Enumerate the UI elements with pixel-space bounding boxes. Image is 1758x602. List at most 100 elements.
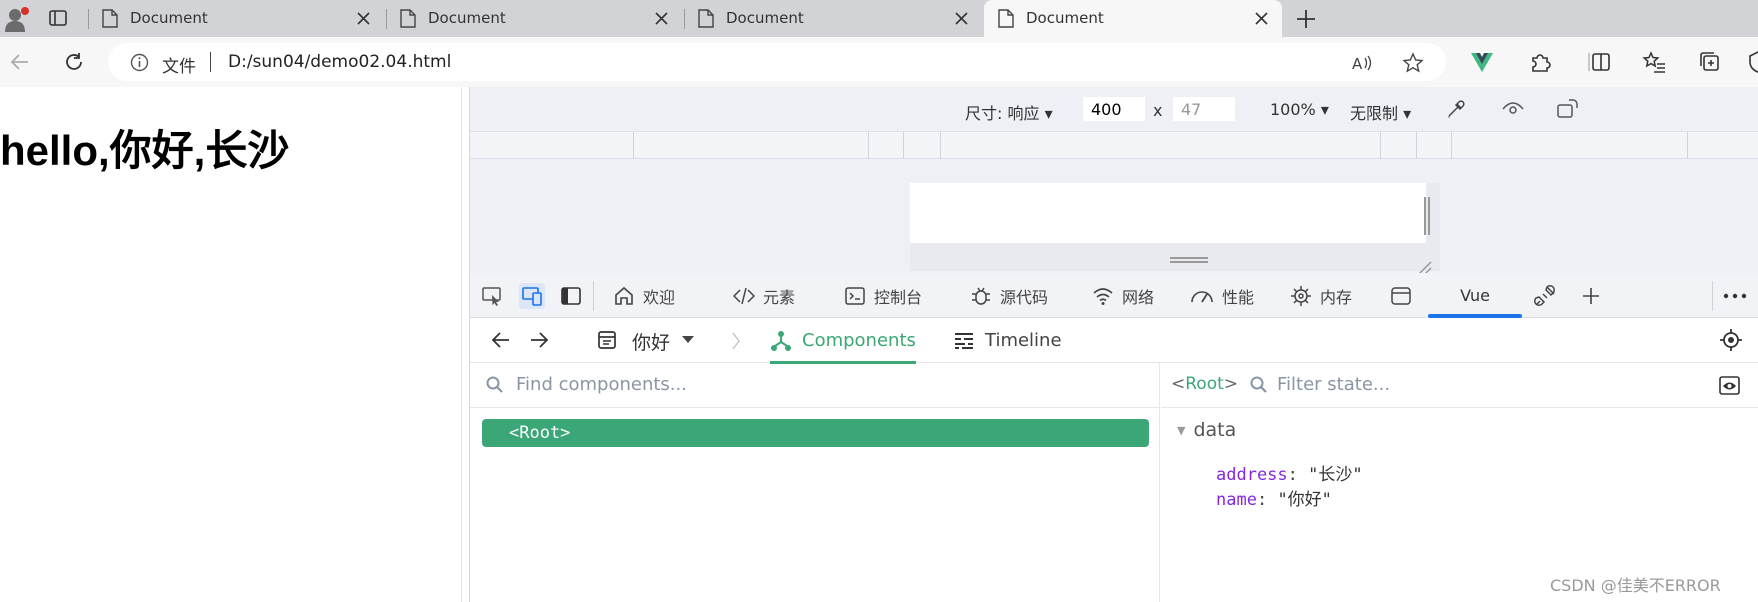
zoom-select[interactable]: 100% ▾: [1270, 100, 1329, 119]
tab-title: Document: [428, 9, 506, 27]
more-tools-plus-icon[interactable]: [1581, 286, 1601, 306]
read-aloud-icon[interactable]: A: [1350, 52, 1372, 74]
tab-actions-icon[interactable]: [48, 8, 68, 28]
ruler-tick: [633, 132, 634, 160]
tab-title: Document: [130, 9, 208, 27]
prop-key: name: [1216, 490, 1257, 510]
close-icon[interactable]: [655, 12, 668, 25]
tree-node-root[interactable]: <Root>: [482, 419, 1149, 447]
vue-tab-components[interactable]: Components: [770, 318, 916, 364]
close-icon[interactable]: [1255, 12, 1268, 25]
height-input[interactable]: [1173, 97, 1235, 121]
viewport-right-resize-handle[interactable]: [1424, 197, 1430, 235]
tab-label: 欢迎: [643, 287, 676, 307]
document-icon: [400, 9, 416, 28]
inspect-element-icon[interactable]: [481, 285, 503, 307]
document-icon: [698, 9, 714, 28]
browser-tab-active[interactable]: Document: [984, 0, 1282, 37]
app-window-icon: [598, 331, 616, 349]
tab-performance[interactable]: 性能: [1190, 273, 1254, 318]
timeline-icon: [955, 332, 973, 349]
media-query-ruler: [470, 131, 1758, 160]
device-toolbar: 尺寸: 响应 ▾ x 100% ▾ 无限制 ▾: [470, 87, 1758, 131]
filter-state-input[interactable]: Filter state...: [1277, 374, 1390, 395]
document-icon: [102, 9, 118, 28]
devtools-tab-bar: 欢迎 元素 控制台 源代码 网络 性能 内存 Vue: [470, 273, 1758, 318]
close-icon[interactable]: [357, 12, 370, 25]
browser-essentials-icon[interactable]: [1746, 50, 1758, 74]
vision-deficiency-eye-icon[interactable]: [1501, 100, 1525, 118]
prop-colon: :: [1256, 490, 1278, 510]
close-icon[interactable]: [955, 12, 968, 25]
tab-network[interactable]: 网络: [1092, 273, 1154, 318]
state-prop-name[interactable]: name: "你好": [1216, 485, 1332, 510]
scroll-to-component-eye-icon[interactable]: [1719, 375, 1740, 396]
zoom-value: 100%: [1270, 100, 1316, 119]
ruler-tick: [1451, 132, 1452, 160]
breadcrumb-chevron-icon: [732, 332, 740, 350]
home-icon: [615, 286, 633, 305]
browser-tab-2[interactable]: Document: [386, 0, 682, 37]
vue-devtools-extension-icon[interactable]: [1470, 50, 1494, 74]
vue-tab-timeline[interactable]: Timeline: [953, 318, 1062, 363]
tab-sources[interactable]: 源代码: [970, 273, 1048, 318]
tab-welcome[interactable]: 欢迎: [613, 273, 675, 318]
application-panel-icon[interactable]: [1390, 285, 1412, 307]
chip-icon: [1291, 285, 1311, 306]
find-components-search[interactable]: Find components...: [470, 363, 1159, 408]
eyedropper-icon[interactable]: [1445, 98, 1467, 120]
tab-label: Timeline: [985, 330, 1062, 351]
tab-label: 网络: [1122, 287, 1155, 307]
browser-tab-3[interactable]: Document: [684, 0, 982, 37]
state-inspector-pane: <Root> Filter state... ▼ data address: "长…: [1161, 363, 1758, 602]
split-screen-icon[interactable]: [1588, 50, 1612, 74]
rotate-device-icon[interactable]: [1555, 98, 1579, 120]
collections-icon[interactable]: [1698, 50, 1722, 74]
times-symbol: x: [1153, 101, 1163, 120]
viewport-bottom-resize-handle[interactable]: [1170, 257, 1208, 263]
state-prop-address[interactable]: address: "长沙": [1216, 460, 1363, 485]
tab-elements[interactable]: 元素: [733, 273, 795, 318]
address-bar[interactable]: 文件 D:/sun04/demo02.04.html A: [108, 43, 1446, 81]
tab-vue[interactable]: Vue: [1428, 273, 1522, 318]
back-arrow-icon[interactable]: [8, 50, 32, 74]
caret-down-icon: ▾: [1044, 104, 1053, 123]
forward-arrow-icon[interactable]: [528, 329, 550, 351]
back-arrow-icon[interactable]: [490, 329, 512, 351]
tab-console[interactable]: 控制台: [844, 273, 922, 318]
data-section-toggle[interactable]: ▼ data: [1177, 419, 1236, 441]
browser-tab-1[interactable]: Document: [88, 0, 384, 37]
dimensions-select[interactable]: 尺寸: 响应 ▾: [965, 100, 1053, 124]
gauge-icon: [1191, 290, 1213, 302]
tab-label: 性能: [1222, 287, 1255, 307]
refresh-icon[interactable]: [62, 50, 86, 74]
tab-memory[interactable]: 内存: [1290, 273, 1352, 318]
favorite-star-icon[interactable]: [1402, 52, 1424, 74]
width-input[interactable]: [1083, 97, 1145, 121]
url-text[interactable]: D:/sun04/demo02.04.html: [228, 52, 451, 72]
info-icon[interactable]: [130, 53, 149, 72]
prop-value: "长沙": [1308, 465, 1363, 485]
throttle-select[interactable]: 无限制 ▾: [1350, 100, 1411, 124]
prop-key: address: [1216, 465, 1288, 485]
ruler-tick: [1380, 132, 1381, 160]
extensions-puzzle-icon[interactable]: [1528, 50, 1552, 74]
code-icon: [733, 287, 755, 304]
favorites-list-icon[interactable]: [1642, 50, 1666, 74]
more-options-ellipsis-icon[interactable]: [1723, 293, 1747, 299]
device-emulation-icon[interactable]: [519, 283, 545, 309]
profile-avatar-icon[interactable]: [4, 6, 30, 32]
tab-label: 内存: [1320, 287, 1353, 307]
caret-down-icon[interactable]: [682, 336, 694, 344]
app-selector-name[interactable]: 你好: [632, 328, 670, 355]
select-component-target-icon[interactable]: [1719, 328, 1743, 352]
browser-tab-strip: Document Document Document Document: [0, 0, 1758, 37]
pane-divider: [1161, 407, 1758, 408]
search-icon: [486, 376, 503, 393]
connect-plug-icon[interactable]: [1533, 284, 1557, 308]
dock-side-icon[interactable]: [560, 285, 582, 307]
new-tab-plus-icon[interactable]: [1295, 8, 1317, 30]
vue-devtools-nav: 你好 Components Timeline: [470, 318, 1758, 364]
ruler-tick: [940, 132, 941, 160]
emulated-viewport-area: [470, 159, 1758, 275]
